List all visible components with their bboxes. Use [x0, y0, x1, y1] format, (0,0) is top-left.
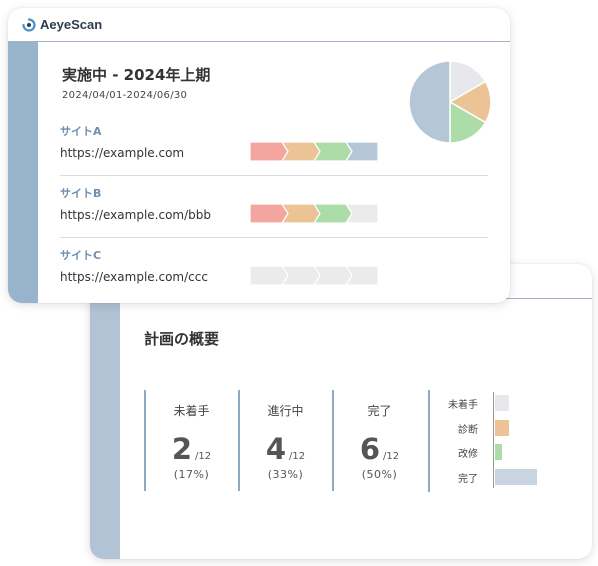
site-name[interactable]: サイトB [60, 185, 101, 201]
progress-step-1 [250, 204, 289, 224]
stat-label: 完了 [367, 404, 392, 418]
bar-label: 診断 [458, 424, 478, 436]
card-accent-stripe [8, 42, 38, 303]
progress-step-2 [280, 204, 321, 224]
stat-in-progress: 進行中 4 /12 (33%) [238, 390, 331, 491]
progress-step-2 [280, 266, 321, 286]
stat-completed: 完了 6 /12 (50%) [332, 390, 425, 491]
status-bar-chart: 未着手診断改修完了 [428, 390, 538, 492]
progress-steps [250, 142, 378, 162]
project-title: 実施中 - 2024年上期 [62, 66, 211, 84]
plan-overview-card: 計画の概要 未着手 2 /12 (17%) 進行中 4 /12 (33%) 完了… [90, 264, 592, 559]
stat-percent: (33%) [267, 468, 304, 481]
stat-label: 進行中 [267, 404, 304, 418]
stat-not-started: 未着手 2 /12 (17%) [144, 390, 237, 491]
bar-label: 完了 [458, 473, 478, 485]
bar [495, 468, 537, 485]
card-header-line [8, 41, 510, 42]
progress-step-1 [250, 266, 289, 286]
site-url[interactable]: https://example.com/bbb [60, 208, 211, 222]
pie-slice-3 [408, 60, 451, 144]
bar [495, 419, 509, 436]
progress-step-2 [280, 142, 321, 162]
site-url[interactable]: https://example.com/ccc [60, 270, 208, 284]
progress-step-1 [250, 142, 289, 162]
stat-value: 4 [265, 432, 287, 466]
bar-label: 改修 [458, 449, 478, 460]
bar-label: 未着手 [448, 400, 478, 411]
stat-value: 2 [171, 432, 193, 466]
bar [495, 395, 509, 411]
brand-logo: AeyeScan [22, 17, 102, 32]
stat-total: /12 [289, 451, 306, 462]
chart-axis-line [493, 392, 494, 488]
site-name[interactable]: サイトC [60, 247, 101, 263]
site-name[interactable]: サイトA [60, 123, 102, 139]
stat-percent: (17%) [173, 468, 210, 481]
status-pie-chart [408, 60, 492, 144]
row-divider [60, 175, 488, 176]
brand-name: AeyeScan [40, 17, 103, 32]
aeyescan-logo-icon [22, 17, 36, 32]
site-url[interactable]: https://example.com [60, 146, 184, 160]
bar [495, 444, 502, 460]
stat-value: 6 [359, 432, 381, 466]
row-divider [60, 237, 488, 238]
project-card: AeyeScan 実施中 - 2024年上期 2024/04/01-2024/0… [8, 8, 510, 303]
progress-step-3 [312, 266, 353, 286]
stat-total: /12 [195, 451, 212, 462]
progress-step-3 [312, 142, 353, 162]
stat-label: 未着手 [173, 404, 210, 418]
progress-steps [250, 204, 378, 224]
card-accent-stripe [90, 299, 120, 559]
progress-step-3 [312, 204, 353, 224]
progress-steps [250, 266, 378, 286]
stat-total: /12 [383, 451, 400, 462]
plan-overview-title: 計画の概要 [144, 330, 220, 348]
project-period: 2024/04/01-2024/06/30 [62, 90, 188, 101]
stat-percent: (50%) [361, 468, 398, 481]
